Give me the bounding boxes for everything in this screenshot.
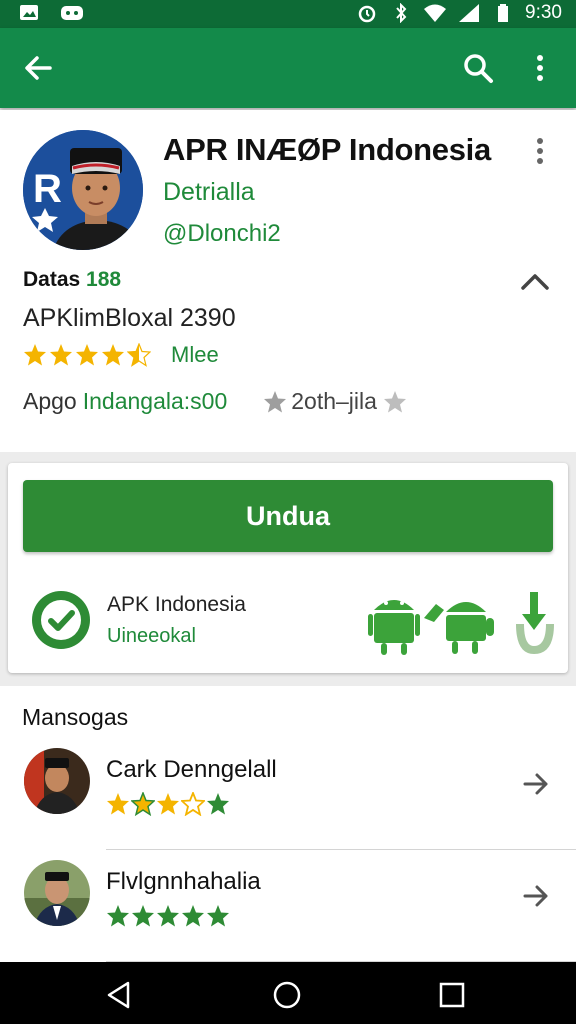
star-green-icon — [107, 905, 129, 927]
verified-check-icon — [32, 591, 90, 649]
app-bar — [0, 28, 576, 108]
star-green-icon — [132, 905, 154, 927]
alarm-icon — [358, 5, 376, 23]
developer-avatar: R — [23, 130, 143, 250]
system-nav-bar — [0, 962, 576, 1024]
divider — [106, 849, 576, 850]
android-thumb-icon — [424, 602, 494, 654]
more-vert-icon[interactable] — [522, 50, 558, 86]
verify-subtitle: Uineeokal — [107, 625, 196, 647]
verify-title: APK Indonesia — [107, 593, 246, 616]
star-icon — [102, 344, 124, 366]
avatar — [24, 860, 90, 926]
meta-row: Apgo Indangala:s00 2oth–jila — [23, 388, 407, 415]
data-label-text: Datas — [23, 268, 81, 291]
status-bar: 9:30 — [0, 0, 576, 28]
app-info-card: R APR INÆØP Indonesia Detrialla @Dlonchi… — [0, 110, 576, 452]
star-icon — [107, 793, 129, 815]
star-icon — [50, 344, 72, 366]
battery-icon — [498, 4, 509, 22]
star-green-icon — [157, 905, 179, 927]
rating-stars: Mlee — [23, 342, 219, 368]
reviews-title: Mansogas — [22, 704, 129, 730]
review-stars — [106, 792, 230, 816]
review-item[interactable]: Flvlgnnhahalia — [0, 852, 576, 962]
android-robot-icon — [368, 600, 420, 655]
rating-more-link[interactable]: Mlee — [171, 342, 219, 368]
reviewer-name: Cark Denngelall — [106, 756, 277, 783]
status-time: 9:30 — [525, 2, 562, 23]
bluetooth-icon — [396, 3, 407, 23]
recents-square-icon[interactable] — [437, 980, 467, 1010]
app-title: APR INÆØP Indonesia — [163, 132, 491, 167]
avatar — [24, 748, 90, 814]
wifi-icon — [424, 4, 447, 22]
star-icon — [157, 793, 179, 815]
meta-prefix: Apgo — [23, 388, 77, 414]
reviewer-name: Flvlgnnhahalia — [106, 868, 261, 895]
game-icon — [61, 6, 83, 20]
android-download-icon — [516, 592, 554, 654]
star-half-icon — [131, 792, 155, 816]
data-label-value: 188 — [86, 268, 122, 291]
star-icon — [24, 344, 46, 366]
star-green-icon — [207, 905, 229, 927]
back-arrow-icon[interactable] — [20, 50, 56, 86]
home-circle-icon[interactable] — [272, 980, 302, 1010]
back-triangle-icon[interactable] — [104, 980, 134, 1010]
developer-handle[interactable]: @Dlonchi2 — [163, 220, 281, 248]
install-card: Undua APK Indonesia Uineeokal — [8, 463, 568, 673]
more-vert-icon[interactable] — [530, 136, 550, 166]
star-gray-icon — [264, 390, 287, 412]
star-green-icon — [207, 793, 229, 815]
reviews-section: Mansogas Cark Denngelall Flvlgnnhahalia — [0, 686, 576, 962]
meta-right: 2oth–jila — [291, 388, 377, 414]
arrow-right-icon[interactable] — [522, 882, 550, 910]
star-green-icon — [182, 905, 204, 927]
data-label: Datas 188 — [23, 268, 121, 292]
arrow-right-icon[interactable] — [522, 770, 550, 798]
star-icon — [76, 344, 98, 366]
apk-info-line: APKlimBloxal 2390 — [23, 304, 236, 332]
install-button[interactable]: Undua — [23, 480, 553, 552]
review-stars — [106, 904, 230, 928]
signal-icon — [459, 4, 480, 22]
image-icon — [20, 5, 38, 20]
svg-text:R: R — [33, 167, 62, 211]
review-item[interactable]: Cark Denngelall — [0, 740, 576, 850]
chevron-up-icon[interactable] — [520, 270, 550, 292]
developer-name[interactable]: Detrialla — [163, 178, 255, 207]
search-icon[interactable] — [460, 50, 496, 86]
meta-green[interactable]: Indangala:s00 — [83, 388, 228, 415]
star-outline-icon — [181, 792, 205, 816]
star-gray-icon — [383, 390, 406, 412]
android-icons — [368, 592, 554, 655]
star-half-icon — [127, 343, 151, 367]
